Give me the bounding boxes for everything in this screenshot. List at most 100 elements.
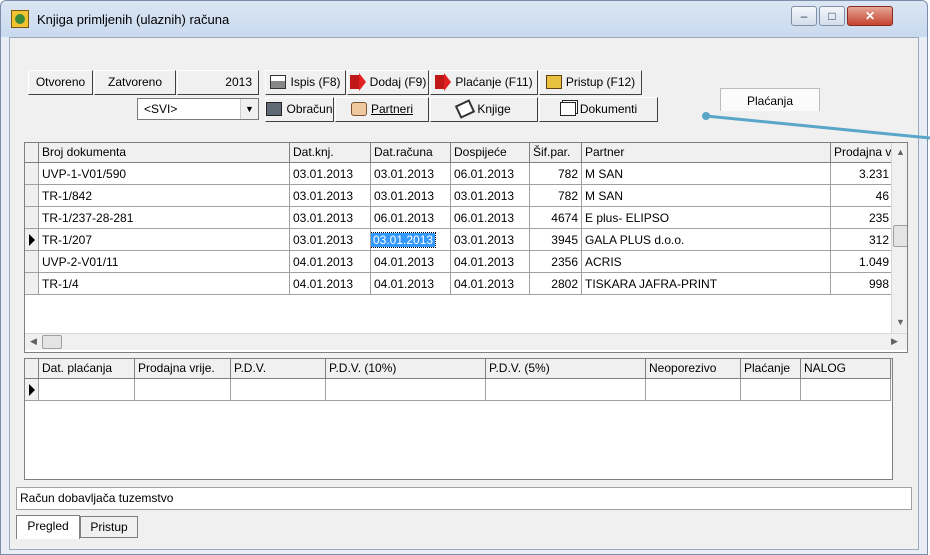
dodaj-button[interactable]: Dodaj (F9) (347, 70, 429, 95)
cell-partner[interactable]: E plus- ELIPSO (582, 207, 831, 229)
cell-prodajna[interactable]: 46 (831, 185, 893, 207)
col-partner[interactable]: Partner (582, 143, 831, 163)
payments-grid[interactable]: Dat. plaćanja Prodajna vrije. P.D.V. P.D… (24, 358, 893, 480)
horizontal-scrollbar[interactable]: ◀ ▶ (25, 333, 907, 350)
cell-dat-knj[interactable]: 03.01.2013 (290, 207, 371, 229)
cell-sif-par[interactable]: 4674 (530, 207, 582, 229)
cell-dospijece[interactable]: 04.01.2013 (451, 273, 530, 295)
empty-cell[interactable] (39, 379, 135, 401)
cell-dat-knj[interactable]: 04.01.2013 (290, 251, 371, 273)
cell-partner[interactable]: TISKARA JAFRA-PRINT (582, 273, 831, 295)
chevron-down-icon[interactable]: ▼ (240, 99, 258, 119)
cell-prodajna[interactable]: 312 (831, 229, 893, 251)
empty-cell[interactable] (326, 379, 486, 401)
empty-cell[interactable] (486, 379, 646, 401)
cell-partner[interactable]: M SAN (582, 163, 831, 185)
cell-broj[interactable]: TR-1/207 (39, 229, 290, 251)
cell-partner[interactable]: GALA PLUS d.o.o. (582, 229, 831, 251)
maximize-button[interactable]: □ (819, 6, 845, 26)
row-indicator[interactable] (25, 273, 39, 295)
row-indicator[interactable] (25, 207, 39, 229)
obracun-button[interactable]: Obračun (265, 97, 334, 122)
col-pdv[interactable]: P.D.V. (231, 359, 326, 379)
cell-broj[interactable]: TR-1/842 (39, 185, 290, 207)
cell-dat-racuna[interactable]: 04.01.2013 (371, 251, 451, 273)
vertical-scrollbar[interactable]: ▲ ▼ (891, 143, 907, 333)
col-sif-par[interactable]: Šif.par. (530, 143, 582, 163)
cell-broj[interactable]: TR-1/237-28-281 (39, 207, 290, 229)
knjige-button[interactable]: Knjige (430, 97, 538, 122)
cell-dat-racuna[interactable]: 03.01.2013 (371, 185, 451, 207)
cell-dat-knj[interactable]: 03.01.2013 (290, 185, 371, 207)
col-dospijece[interactable]: Dospijeće (451, 143, 530, 163)
empty-cell[interactable] (231, 379, 326, 401)
col-prodajna-vrije[interactable]: Prodajna vrije. (135, 359, 231, 379)
cell-sif-par[interactable]: 2356 (530, 251, 582, 273)
col-broj-dokumenta[interactable]: Broj dokumenta (39, 143, 290, 163)
cell-prodajna[interactable]: 998 (831, 273, 893, 295)
empty-cell[interactable] (801, 379, 891, 401)
scroll-down-icon[interactable]: ▼ (896, 317, 905, 327)
cell-broj[interactable]: UVP-1-V01/590 (39, 163, 290, 185)
cell-dospijece[interactable]: 06.01.2013 (451, 163, 530, 185)
cell-dat-knj[interactable]: 03.01.2013 (290, 229, 371, 251)
placanje-button[interactable]: Plaćanje (F11) (430, 70, 538, 95)
row-indicator[interactable] (25, 251, 39, 273)
row-indicator[interactable] (25, 185, 39, 207)
empty-cell[interactable] (646, 379, 741, 401)
filter-select[interactable]: <SVI> ▼ (137, 98, 259, 120)
cell-prodajna[interactable]: 3.231 (831, 163, 893, 185)
zatvoreno-button[interactable]: Zatvoreno (94, 70, 176, 95)
empty-cell[interactable] (741, 379, 801, 401)
cell-dat-racuna[interactable]: 06.01.2013 (371, 207, 451, 229)
col-dat-racuna[interactable]: Dat.računa (371, 143, 451, 163)
cell-dospijece[interactable]: 03.01.2013 (451, 185, 530, 207)
vertical-scroll-thumb[interactable] (893, 225, 907, 247)
title-bar[interactable]: Knjiga primljenih (ulaznih) računa ‒ □ ✕ (1, 1, 927, 37)
cell-prodajna[interactable]: 235 (831, 207, 893, 229)
year-field[interactable]: 2013 (177, 70, 259, 95)
cell-dospijece[interactable]: 04.01.2013 (451, 251, 530, 273)
col-nalog[interactable]: NALOG (801, 359, 891, 379)
cell-dat-racuna-selected[interactable]: 03.01.2013 (371, 229, 451, 251)
cell-prodajna[interactable]: 1.049 (831, 251, 893, 273)
otvoreno-button[interactable]: Otvoreno (28, 70, 93, 95)
row-indicator[interactable] (25, 379, 39, 401)
col-prodajna[interactable]: Prodajna v (831, 143, 893, 163)
cell-dospijece[interactable]: 06.01.2013 (451, 207, 530, 229)
cell-sif-par[interactable]: 782 (530, 163, 582, 185)
partneri-button[interactable]: Partneri (335, 97, 429, 122)
documents-grid[interactable]: Broj dokumenta Dat.knj. Dat.računa Dospi… (24, 142, 908, 353)
cell-dat-racuna[interactable]: 03.01.2013 (371, 163, 451, 185)
tab-pregled[interactable]: Pregled (16, 515, 80, 539)
cell-dat-knj[interactable]: 03.01.2013 (290, 163, 371, 185)
tab-pristup[interactable]: Pristup (80, 516, 138, 538)
cell-sif-par[interactable]: 782 (530, 185, 582, 207)
cell-partner[interactable]: ACRIS (582, 251, 831, 273)
cell-dat-racuna[interactable]: 04.01.2013 (371, 273, 451, 295)
scroll-up-icon[interactable]: ▲ (896, 147, 905, 157)
horizontal-scroll-thumb[interactable] (42, 335, 62, 349)
dokumenti-button[interactable]: Dokumenti (539, 97, 658, 122)
cell-sif-par[interactable]: 3945 (530, 229, 582, 251)
cell-dat-knj[interactable]: 04.01.2013 (290, 273, 371, 295)
col-pdv-5[interactable]: P.D.V. (5%) (486, 359, 646, 379)
empty-cell[interactable] (135, 379, 231, 401)
pristup-button[interactable]: Pristup (F12) (539, 70, 642, 95)
close-button[interactable]: ✕ (847, 6, 893, 26)
cell-partner[interactable]: M SAN (582, 185, 831, 207)
ispis-button[interactable]: Ispis (F8) (265, 70, 346, 95)
cell-broj[interactable]: UVP-2-V01/11 (39, 251, 290, 273)
col-placanje[interactable]: Plaćanje (741, 359, 801, 379)
selected-cell-text[interactable]: 03.01.2013 (371, 232, 437, 248)
row-indicator[interactable] (25, 229, 39, 251)
minimize-button[interactable]: ‒ (791, 6, 817, 26)
cell-sif-par[interactable]: 2802 (530, 273, 582, 295)
col-dat-placanja[interactable]: Dat. plaćanja (39, 359, 135, 379)
scroll-left-icon[interactable]: ◀ (30, 336, 37, 347)
scroll-right-icon[interactable]: ▶ (891, 336, 898, 347)
col-pdv-10[interactable]: P.D.V. (10%) (326, 359, 486, 379)
col-neoporezivo[interactable]: Neoporezivo (646, 359, 741, 379)
col-dat-knj[interactable]: Dat.knj. (290, 143, 371, 163)
tab-placanja[interactable]: Plaćanja (720, 88, 820, 111)
